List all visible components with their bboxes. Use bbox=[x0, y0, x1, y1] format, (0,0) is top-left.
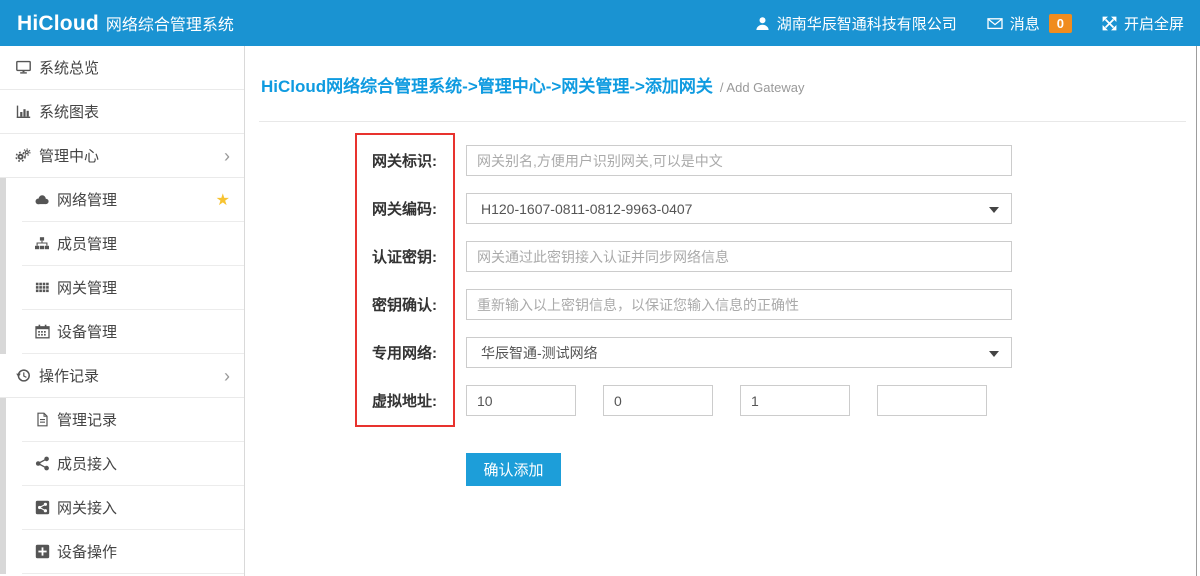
sidebar-subitem-inner: 成员接入 bbox=[22, 442, 244, 486]
sidebar-item-2[interactable]: 管理中心 › bbox=[0, 134, 244, 178]
company-name: 湖南华辰智通科技有限公司 bbox=[777, 13, 957, 34]
confirm-add-button[interactable]: 确认添加 bbox=[466, 453, 561, 486]
sidebar-item-label: 网络管理 bbox=[57, 189, 117, 210]
sidebar-menu: 系统总览系统图表管理中心 › 网络管理 ★ 成员管理网关管理设备管理操作记录 › 管理记录成… bbox=[0, 46, 244, 574]
form-row-private-network: 专用网络: 华辰智通-测试网络 bbox=[245, 337, 1200, 368]
app-brand: HiCloud 网络综合管理系统 bbox=[0, 11, 234, 36]
sidebar-item-6[interactable]: 设备管理 bbox=[0, 310, 244, 354]
sidebar-item-8[interactable]: 管理记录 bbox=[0, 398, 244, 442]
virtual-address-octet-3[interactable] bbox=[740, 385, 850, 416]
scrollbar[interactable] bbox=[1196, 46, 1197, 576]
calendar-icon bbox=[31, 324, 53, 339]
sidebar-item-4[interactable]: 成员管理 bbox=[0, 222, 244, 266]
desktop-icon bbox=[12, 60, 34, 75]
plus-square-icon bbox=[31, 544, 53, 559]
sidebar-item-label: 设备管理 bbox=[57, 321, 117, 342]
gateway-code-label: 网关编码: bbox=[245, 198, 437, 219]
fullscreen-icon bbox=[1102, 16, 1117, 31]
messages-menu[interactable]: 消息 0 bbox=[987, 13, 1072, 34]
sidebar-item-label: 管理中心 bbox=[39, 145, 99, 166]
virtual-address-label: 虚拟地址: bbox=[245, 390, 437, 411]
company-menu[interactable]: 湖南华辰智通科技有限公司 bbox=[755, 13, 957, 34]
auth-key-label: 认证密钥: bbox=[245, 246, 437, 267]
virtual-address-octet-2[interactable] bbox=[603, 385, 713, 416]
submenu-group: 管理记录成员接入网关接入设备操作 bbox=[0, 398, 244, 574]
sidebar-item-label: 成员接入 bbox=[57, 453, 117, 474]
private-network-label: 专用网络: bbox=[245, 342, 437, 363]
key-confirm-label: 密钥确认: bbox=[245, 294, 437, 315]
sidebar-item-label: 操作记录 bbox=[39, 365, 99, 386]
sidebar-item-11[interactable]: 设备操作 bbox=[0, 530, 244, 574]
auth-key-field[interactable] bbox=[466, 241, 1012, 272]
history-icon bbox=[12, 368, 34, 383]
private-network-select[interactable]: 华辰智通-测试网络 bbox=[466, 337, 1012, 368]
gateway-name-field[interactable] bbox=[466, 145, 1012, 176]
main-content: HiCloud网络综合管理系统->管理中心->网关管理->添加网关 / Add … bbox=[245, 46, 1200, 576]
mail-icon bbox=[987, 16, 1003, 31]
form-row-auth-key: 认证密钥: bbox=[245, 241, 1200, 272]
sitemap-icon bbox=[31, 236, 53, 251]
form-row-gateway-code: 网关编码: H120-1607-0811-0812-9963-0407 bbox=[245, 193, 1200, 224]
gateway-code-select[interactable]: H120-1607-0811-0812-9963-0407 bbox=[466, 193, 1012, 224]
share-square-icon bbox=[31, 500, 53, 515]
sidebar-item-1[interactable]: 系统图表 bbox=[0, 90, 244, 134]
sidebar-item-label: 设备操作 bbox=[57, 541, 117, 562]
breadcrumb-subtitle: / Add Gateway bbox=[720, 80, 805, 95]
virtual-address-octet-1[interactable] bbox=[466, 385, 576, 416]
star-icon: ★ bbox=[216, 190, 230, 210]
share-icon bbox=[31, 456, 53, 471]
fullscreen-toggle[interactable]: 开启全屏 bbox=[1102, 13, 1184, 34]
fullscreen-label: 开启全屏 bbox=[1124, 13, 1184, 34]
brand-subtitle: 网络综合管理系统 bbox=[106, 11, 234, 35]
topbar-right: 湖南华辰智通科技有限公司 消息 0 开启全屏 bbox=[725, 13, 1200, 34]
gateway-name-label: 网关标识: bbox=[245, 150, 437, 171]
sidebar-subitem-inner: 设备管理 bbox=[22, 310, 244, 354]
gateway-code-selected-value: H120-1607-0811-0812-9963-0407 bbox=[481, 201, 692, 217]
topbar: HiCloud 网络综合管理系统 湖南华辰智通科技有限公司 消息 0 开启全屏 bbox=[0, 0, 1200, 46]
layout: 系统总览系统图表管理中心 › 网络管理 ★ 成员管理网关管理设备管理操作记录 › 管理记录成… bbox=[0, 46, 1200, 576]
sidebar-subitem-inner: 网关接入 bbox=[22, 486, 244, 530]
sidebar-item-label: 系统图表 bbox=[39, 101, 99, 122]
breadcrumb: HiCloud网络综合管理系统->管理中心->网关管理->添加网关 / Add … bbox=[259, 46, 1186, 122]
grid-icon bbox=[31, 280, 53, 295]
sidebar-item-0[interactable]: 系统总览 bbox=[0, 46, 244, 90]
sidebar-item-9[interactable]: 成员接入 bbox=[0, 442, 244, 486]
brand-logo-text: HiCloud bbox=[17, 12, 99, 36]
sidebar-subitem-inner: 网络管理 ★ bbox=[22, 178, 244, 222]
document-icon bbox=[31, 412, 53, 427]
chevron-right-icon: › bbox=[224, 369, 230, 383]
chart-icon bbox=[12, 104, 34, 119]
sidebar-item-label: 系统总览 bbox=[39, 57, 99, 78]
form-row-virtual-address: 虚拟地址: bbox=[245, 385, 1200, 416]
user-icon bbox=[755, 16, 770, 31]
breadcrumb-title: HiCloud网络综合管理系统->管理中心->网关管理->添加网关 bbox=[261, 72, 713, 97]
private-network-selected-value: 华辰智通-测试网络 bbox=[481, 343, 598, 363]
virtual-address-octet-4[interactable] bbox=[877, 385, 987, 416]
sidebar-item-label: 网关接入 bbox=[57, 497, 117, 518]
sidebar-item-3[interactable]: 网络管理 ★ bbox=[0, 178, 244, 222]
sidebar-item-label: 管理记录 bbox=[57, 409, 117, 430]
sidebar-subitem-inner: 网关管理 bbox=[22, 266, 244, 310]
sidebar-subitem-inner: 设备操作 bbox=[22, 530, 244, 574]
sidebar-item-5[interactable]: 网关管理 bbox=[0, 266, 244, 310]
add-gateway-form: 网关标识: 网关编码: H120-1607-0811-0812-9963-0407 认… bbox=[245, 122, 1200, 486]
sidebar-subitem-inner: 管理记录 bbox=[22, 398, 244, 442]
sidebar: 系统总览系统图表管理中心 › 网络管理 ★ 成员管理网关管理设备管理操作记录 › 管理记录成… bbox=[0, 46, 245, 576]
sidebar-subitem-inner: 成员管理 bbox=[22, 222, 244, 266]
messages-label: 消息 bbox=[1010, 13, 1040, 34]
sidebar-item-10[interactable]: 网关接入 bbox=[0, 486, 244, 530]
cloud-icon bbox=[31, 192, 53, 207]
messages-count-badge: 0 bbox=[1049, 14, 1072, 33]
submenu-group: 网络管理 ★ 成员管理网关管理设备管理 bbox=[0, 178, 244, 354]
form-row-key-confirm: 密钥确认: bbox=[245, 289, 1200, 320]
chevron-right-icon: › bbox=[224, 149, 230, 163]
sidebar-item-7[interactable]: 操作记录 › bbox=[0, 354, 244, 398]
sidebar-item-label: 网关管理 bbox=[57, 277, 117, 298]
sidebar-item-label: 成员管理 bbox=[57, 233, 117, 254]
form-row-gateway-name: 网关标识: bbox=[245, 145, 1200, 176]
key-confirm-field[interactable] bbox=[466, 289, 1012, 320]
gears-icon bbox=[12, 148, 34, 163]
